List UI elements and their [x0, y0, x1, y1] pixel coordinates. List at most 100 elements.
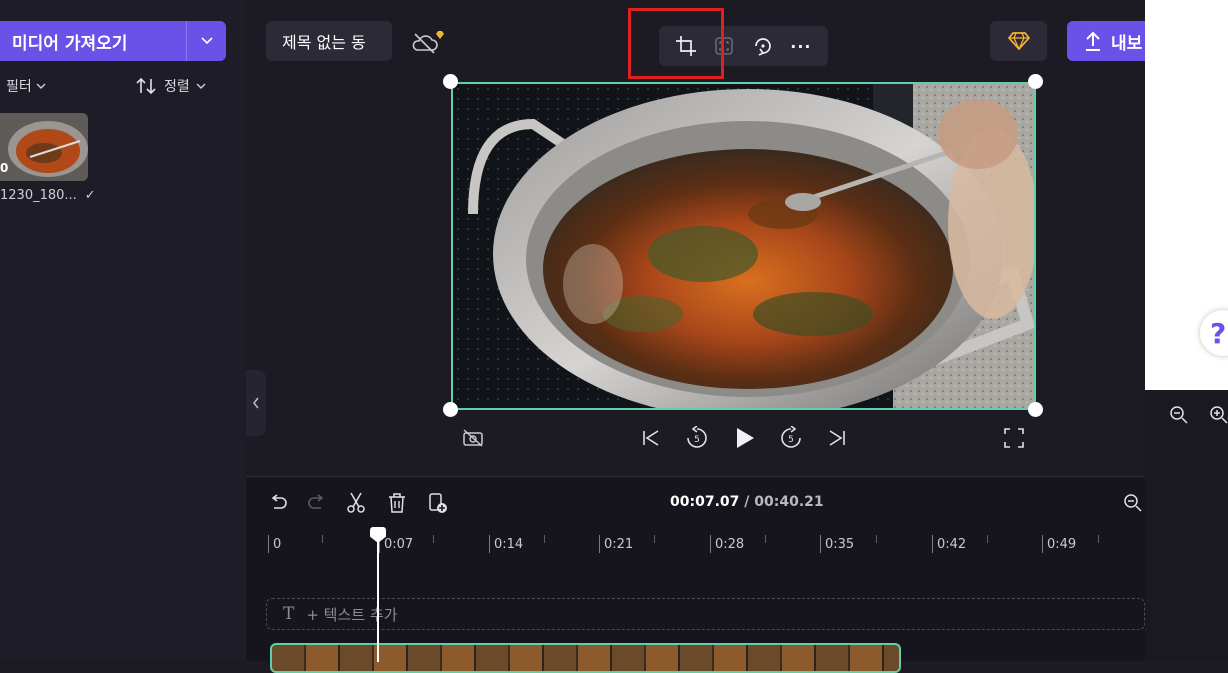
- play-button[interactable]: [732, 425, 758, 451]
- ruler-tick: [876, 535, 877, 543]
- camera-off-icon: [463, 429, 483, 447]
- ruler-tick: [820, 535, 821, 553]
- sort-label: 정렬: [164, 79, 190, 95]
- rotate-button[interactable]: [749, 32, 777, 60]
- skip-to-end-button[interactable]: [824, 425, 850, 451]
- ruler-label: 0:14: [494, 537, 524, 552]
- ruler-tick: [710, 535, 711, 553]
- export-button[interactable]: 내보: [1067, 21, 1145, 61]
- thumbnail-duration: 0: [0, 161, 9, 175]
- forward-5-icon: 5: [781, 426, 801, 448]
- chevron-down-icon: [196, 83, 206, 89]
- help-icon: ?: [1210, 316, 1227, 350]
- premium-button[interactable]: [990, 21, 1047, 61]
- zoom-in-icon: [1210, 406, 1228, 424]
- play-icon: [737, 428, 754, 448]
- undo-icon: [271, 494, 287, 509]
- fullscreen-icon: [1004, 428, 1024, 448]
- timecode-display: 00:07.07 / 00:40.21: [670, 494, 824, 510]
- ruler-tick: [765, 535, 766, 543]
- redo-button[interactable]: [305, 491, 329, 515]
- ruler-tick: [433, 535, 434, 543]
- fit-button[interactable]: [710, 32, 738, 60]
- check-icon: ✓: [84, 188, 96, 203]
- zoom-out-icon: [1124, 494, 1142, 512]
- import-dropdown-button[interactable]: [186, 21, 226, 61]
- hide-preview-button[interactable]: [460, 425, 486, 451]
- filter-label: 필터: [6, 79, 32, 95]
- thumbnail-image: [0, 113, 88, 181]
- skip-to-start-button[interactable]: [638, 425, 664, 451]
- ruler-tick: [1042, 535, 1043, 553]
- collapse-panel-button[interactable]: [246, 370, 266, 436]
- diamond-icon: [1007, 32, 1030, 50]
- skip-end-icon: [829, 430, 845, 446]
- rotate-icon: [754, 38, 771, 56]
- add-text-track[interactable]: T + 텍스트 추가: [266, 598, 1145, 630]
- help-button[interactable]: ?: [1200, 310, 1228, 356]
- upload-icon: [1086, 31, 1100, 51]
- fit-icon: [715, 37, 734, 55]
- ruler-tick: [1098, 535, 1099, 543]
- trash-icon: [389, 493, 405, 513]
- ruler-label: 0:42: [937, 537, 967, 552]
- resize-handle-top-left[interactable]: [443, 74, 458, 89]
- undo-button[interactable]: [266, 491, 290, 515]
- project-title: 제목 없는 동: [282, 33, 366, 52]
- filter-button[interactable]: 필터: [6, 76, 46, 96]
- ruler-tick: [489, 535, 490, 553]
- redo-icon: [308, 494, 324, 509]
- more-button[interactable]: ···: [787, 32, 815, 60]
- scissors-icon: [347, 492, 365, 513]
- project-title-field[interactable]: 제목 없는 동: [266, 21, 392, 61]
- svg-text:5: 5: [788, 435, 794, 445]
- add-text-label: + 텍스트 추가: [306, 605, 398, 624]
- current-time: 00:07.07: [670, 494, 740, 510]
- skip-start-icon: [643, 430, 659, 446]
- chevron-down-icon: [36, 83, 46, 89]
- ruler-label: 0:49: [1047, 537, 1077, 552]
- add-to-timeline-button[interactable]: [426, 491, 450, 515]
- video-frame-image: [453, 84, 1034, 408]
- crop-icon: [676, 36, 697, 56]
- ruler-label: 0:07: [384, 537, 414, 552]
- more-icon: ···: [790, 36, 812, 56]
- rewind-5-button[interactable]: 5: [684, 425, 710, 451]
- chevron-down-icon: [200, 37, 213, 45]
- cloud-off-icon: [412, 31, 444, 54]
- split-button[interactable]: [344, 491, 368, 515]
- rewind-5-icon: 5: [687, 426, 707, 448]
- resize-handle-bottom-right[interactable]: [1028, 402, 1043, 417]
- ruler-tick: [268, 535, 269, 553]
- svg-text:5: 5: [694, 435, 700, 445]
- resize-handle-bottom-left[interactable]: [443, 402, 458, 417]
- import-media-button[interactable]: 미디어 가져오기: [0, 21, 186, 61]
- ruler-label: 0:35: [825, 537, 855, 552]
- fullscreen-button[interactable]: [1001, 425, 1027, 451]
- right-side-panel: ?: [1145, 0, 1228, 661]
- resize-handle-top-right[interactable]: [1028, 74, 1043, 89]
- playhead-line[interactable]: [377, 533, 379, 662]
- media-panel: 미디어 가져오기 필터 정렬 0 1230_180... ✓: [0, 0, 246, 661]
- media-thumbnail[interactable]: 0: [0, 113, 88, 181]
- delete-button[interactable]: [385, 491, 409, 515]
- zoom-out-button[interactable]: [1121, 491, 1145, 515]
- crop-button[interactable]: [672, 32, 700, 60]
- chevron-left-icon: [253, 397, 259, 409]
- thumbnail-filename-row: 1230_180... ✓: [0, 188, 96, 203]
- timeline-panel: 00:07.07 / 00:40.21 0 0:07 0:14 0:21 0:2…: [246, 476, 1145, 673]
- preview-toolbar: ···: [659, 26, 828, 66]
- video-clip[interactable]: [270, 643, 901, 673]
- ruler-tick: [987, 535, 988, 543]
- forward-5-button[interactable]: 5: [778, 425, 804, 451]
- cloud-sync-button[interactable]: [410, 28, 444, 56]
- thumbnail-filename: 1230_180...: [0, 188, 77, 203]
- video-preview[interactable]: [451, 82, 1036, 410]
- ruler-tick: [322, 535, 323, 543]
- zoom-out-icon: [1170, 406, 1188, 424]
- sort-button[interactable]: 정렬: [136, 76, 206, 96]
- ruler-label: 0: [273, 537, 282, 552]
- ruler-tick: [544, 535, 545, 543]
- right-timeline-area: [1145, 390, 1228, 661]
- export-label: 내보: [1111, 33, 1143, 54]
